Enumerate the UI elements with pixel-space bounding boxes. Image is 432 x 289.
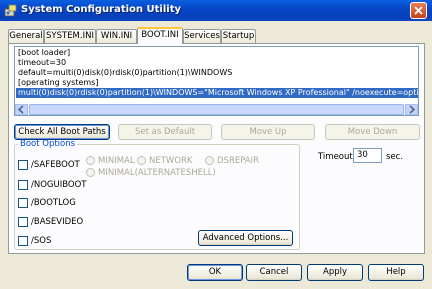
minimal-radio[interactable] [86, 156, 95, 165]
tab-boot-ini[interactable]: BOOT.INI [137, 27, 183, 44]
basevideo-checkbox[interactable] [18, 217, 28, 227]
basevideo-label[interactable]: /BASEVIDEO [31, 217, 83, 227]
tab-services[interactable]: Services [183, 29, 221, 43]
move-down-button[interactable]: Move Down [325, 124, 420, 140]
noguiboot-label[interactable]: /NOGUIBOOT [31, 180, 86, 190]
timeout-unit: sec. [386, 152, 404, 162]
minimal-alternateshell-label: MINIMAL(ALTERNATESHELL) [98, 168, 216, 178]
safeboot-label[interactable]: /SAFEBOOT [31, 160, 80, 170]
window-title: System Configuration Utility [21, 4, 181, 15]
system-config-window: System Configuration Utility General SYS… [0, 0, 432, 289]
apply-button[interactable]: Apply [307, 264, 363, 281]
boot-ini-line[interactable]: timeout=30 [18, 58, 66, 68]
noguiboot-checkbox[interactable] [18, 180, 28, 190]
move-up-button[interactable]: Move Up [221, 124, 315, 140]
cancel-button[interactable]: Cancel [246, 264, 302, 281]
tab-label: General [9, 31, 43, 41]
boot-ini-line[interactable]: [boot loader] [18, 48, 70, 58]
ok-button[interactable]: OK [187, 264, 243, 281]
dsrepair-radio[interactable] [205, 156, 214, 165]
bootlog-label[interactable]: /BOOTLOG [31, 198, 76, 208]
timeout-input[interactable]: 30 [353, 148, 382, 163]
tab-label: WIN.INI [100, 31, 133, 41]
tab-system-ini[interactable]: SYSTEM.INI [44, 29, 96, 43]
tab-label: Startup [222, 31, 255, 41]
scroll-thumb[interactable] [29, 104, 404, 115]
tab-win-ini[interactable]: WIN.INI [96, 29, 137, 43]
sos-label[interactable]: /SOS [31, 236, 51, 246]
tab-label: BOOT.INI [141, 30, 179, 40]
minimal-alternateshell-radio[interactable] [86, 168, 95, 177]
close-icon [414, 6, 423, 15]
tab-general[interactable]: General [8, 29, 44, 43]
sos-checkbox[interactable] [18, 236, 28, 246]
boot-ini-line[interactable]: default=multi(0)disk(0)rdisk(0)partition… [18, 68, 232, 78]
title-bar[interactable]: System Configuration Utility [0, 0, 432, 21]
boot-ini-line[interactable]: [operating systems] [18, 78, 98, 88]
tab-startup[interactable]: Startup [221, 29, 256, 43]
check-all-boot-paths-button[interactable]: Check All Boot Paths [14, 124, 110, 140]
set-as-default-button[interactable]: Set as Default [118, 124, 212, 140]
scroll-right-button[interactable] [405, 104, 418, 115]
app-icon [4, 4, 17, 17]
network-label: NETWORK [149, 156, 193, 166]
help-button[interactable]: Help [368, 264, 424, 281]
boot-ini-line-selected[interactable]: multi(0)disk(0)rdisk(0)partition(1)\WIND… [16, 88, 418, 98]
boot-ini-editor[interactable]: [boot loader] timeout=30 default=multi(0… [14, 46, 419, 116]
horizontal-scrollbar[interactable] [15, 104, 418, 115]
tab-label: SYSTEM.INI [46, 31, 94, 41]
network-radio[interactable] [137, 156, 146, 165]
advanced-options-button[interactable]: Advanced Options... [198, 230, 293, 246]
arrow-right-icon [409, 105, 416, 114]
arrow-left-icon [17, 105, 24, 114]
safeboot-checkbox[interactable] [18, 160, 28, 170]
dsrepair-label: DSREPAIR [217, 156, 260, 166]
boot-options-label: Boot Options [18, 139, 78, 149]
scroll-left-button[interactable] [15, 104, 28, 115]
close-button[interactable] [410, 2, 427, 19]
bootlog-checkbox[interactable] [18, 198, 28, 208]
minimal-label: MINIMAL [98, 156, 135, 166]
tab-label: Services [184, 31, 220, 41]
timeout-label: Timeout: [318, 152, 356, 162]
